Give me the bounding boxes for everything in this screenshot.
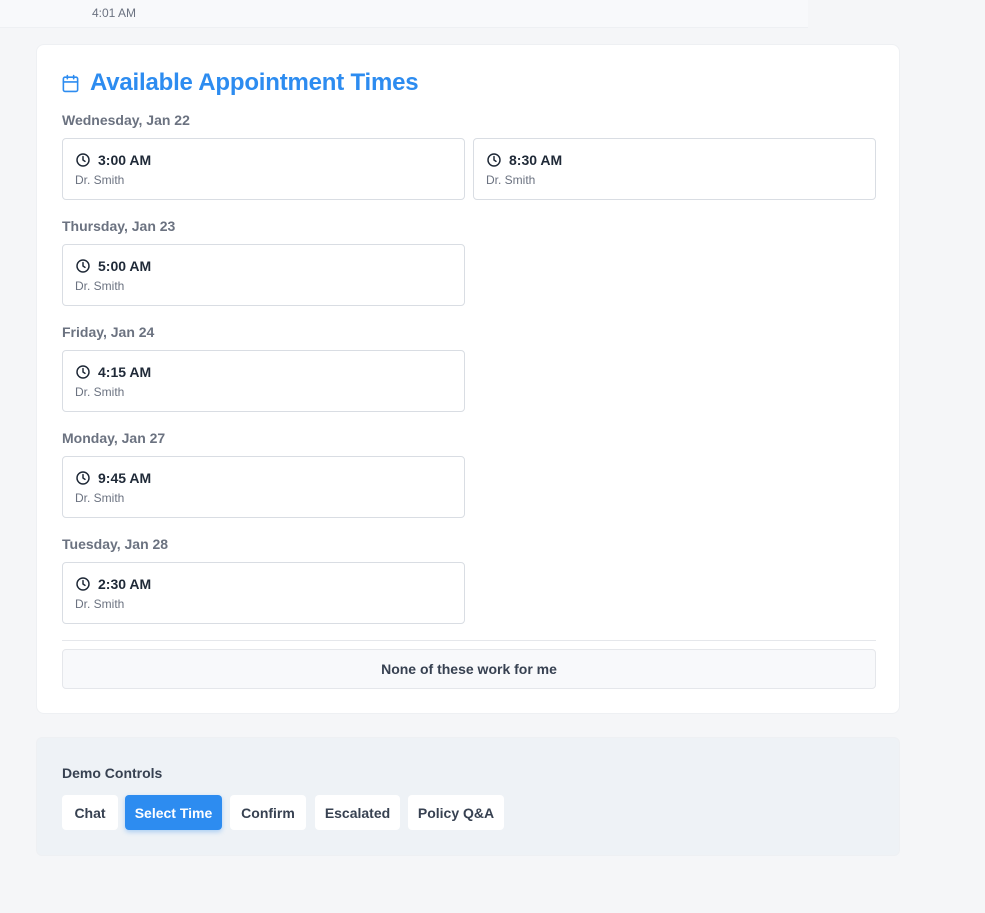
slot-doctor: Dr. Smith	[75, 173, 125, 187]
appointment-times-card: Available Appointment Times Wednesday, J…	[36, 44, 900, 714]
demo-controls-panel: Demo Controls Chat Select Time Confirm E…	[36, 737, 900, 856]
day-label-tuesday: Tuesday, Jan 28	[62, 536, 169, 552]
clock-icon	[75, 576, 91, 592]
demo-confirm-button[interactable]: Confirm	[230, 795, 306, 830]
slot-doctor: Dr. Smith	[75, 491, 125, 505]
day-label-thursday: Thursday, Jan 23	[62, 218, 176, 234]
none-of-these-button[interactable]: None of these work for me	[62, 649, 876, 689]
demo-escalated-button[interactable]: Escalated	[315, 795, 400, 830]
time-slot[interactable]: 5:00 AM Dr. Smith	[62, 244, 465, 306]
demo-select-time-button[interactable]: Select Time	[125, 795, 222, 830]
demo-chat-button[interactable]: Chat	[62, 795, 118, 830]
slot-doctor: Dr. Smith	[486, 173, 536, 187]
message-timestamp: 4:01 AM	[92, 6, 137, 20]
time-slot[interactable]: 8:30 AM Dr. Smith	[473, 138, 876, 200]
card-header: Available Appointment Times	[61, 69, 419, 97]
previous-message-strip: 4:01 AM	[0, 0, 808, 28]
slot-doctor: Dr. Smith	[75, 597, 125, 611]
time-slot[interactable]: 2:30 AM Dr. Smith	[62, 562, 465, 624]
slot-doctor: Dr. Smith	[75, 279, 125, 293]
slot-time: 2:30 AM	[98, 576, 152, 592]
divider	[62, 640, 876, 641]
demo-policy-qa-button[interactable]: Policy Q&A	[408, 795, 504, 830]
card-title: Available Appointment Times	[90, 69, 419, 96]
clock-icon	[486, 152, 502, 168]
slot-time: 3:00 AM	[98, 152, 152, 168]
clock-icon	[75, 152, 91, 168]
time-slot[interactable]: 4:15 AM Dr. Smith	[62, 350, 465, 412]
slot-time: 9:45 AM	[98, 470, 152, 486]
day-label-monday: Monday, Jan 27	[62, 430, 166, 446]
slot-time: 8:30 AM	[509, 152, 563, 168]
calendar-icon	[61, 74, 80, 93]
day-label-wednesday: Wednesday, Jan 22	[62, 112, 190, 128]
slot-time: 4:15 AM	[98, 364, 152, 380]
slot-time: 5:00 AM	[98, 258, 152, 274]
time-slot[interactable]: 3:00 AM Dr. Smith	[62, 138, 465, 200]
slot-doctor: Dr. Smith	[75, 385, 125, 399]
time-slot[interactable]: 9:45 AM Dr. Smith	[62, 456, 465, 518]
clock-icon	[75, 364, 91, 380]
clock-icon	[75, 470, 91, 486]
day-label-friday: Friday, Jan 24	[62, 324, 155, 340]
clock-icon	[75, 258, 91, 274]
demo-controls-title: Demo Controls	[62, 765, 163, 781]
